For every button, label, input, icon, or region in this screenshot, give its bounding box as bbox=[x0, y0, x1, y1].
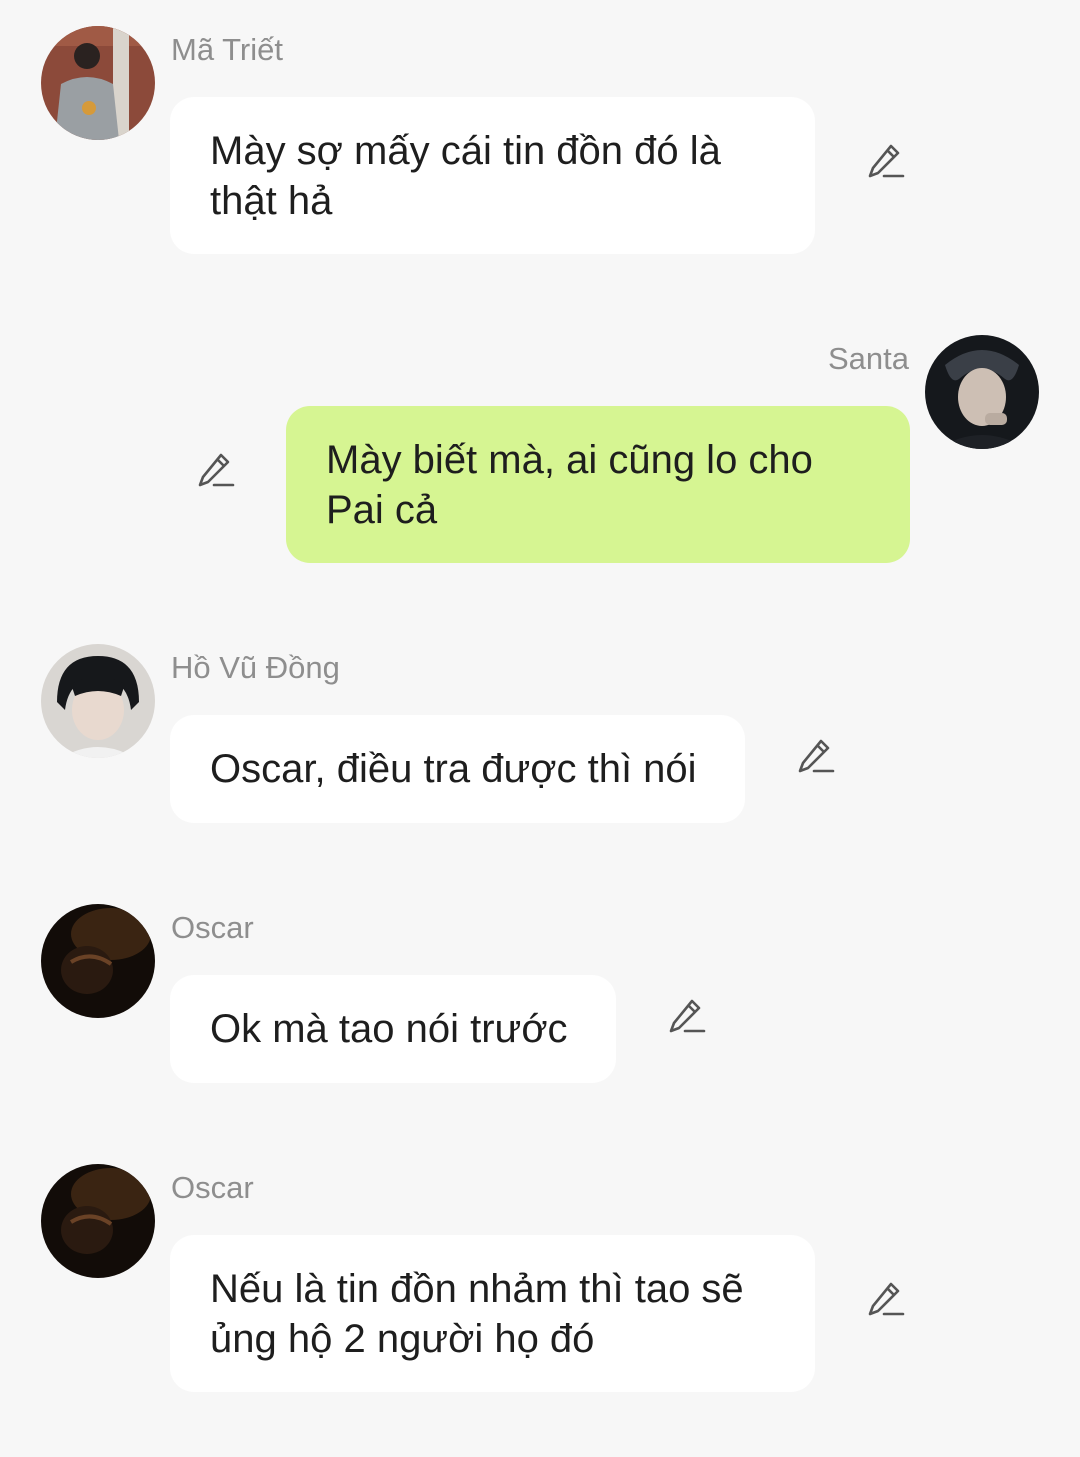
sender-name: Oscar bbox=[171, 1170, 254, 1205]
sender-name: Santa bbox=[827, 341, 909, 376]
avatar-santa[interactable] bbox=[925, 335, 1039, 449]
avatar-oscar[interactable] bbox=[41, 904, 155, 1018]
message-text: Mày biết mà, ai cũng lo cho Pai cả bbox=[326, 437, 813, 532]
message-bubble[interactable]: Ok mà tao nói trước bbox=[170, 975, 616, 1083]
pencil-edit-icon[interactable] bbox=[666, 996, 706, 1036]
message-bubble[interactable]: Mày biết mà, ai cũng lo cho Pai cả bbox=[286, 406, 910, 563]
avatar-oscar[interactable] bbox=[41, 1164, 155, 1278]
pencil-edit-icon[interactable] bbox=[865, 141, 905, 181]
message-text: Nếu là tin đồn nhảm thì tao sẽ ủng hộ 2 … bbox=[210, 1266, 744, 1361]
pencil-edit-icon[interactable] bbox=[195, 450, 235, 490]
message-bubble[interactable]: Nếu là tin đồn nhảm thì tao sẽ ủng hộ 2 … bbox=[170, 1235, 815, 1392]
sender-name: Hồ Vũ Đồng bbox=[171, 650, 340, 685]
message-bubble[interactable]: Mày sợ mấy cái tin đồn đó là thật hả bbox=[170, 97, 815, 254]
message-bubble[interactable]: Oscar, điều tra được thì nói bbox=[170, 715, 745, 823]
sender-name: Mã Triết bbox=[171, 32, 283, 67]
message-text: Ok mà tao nói trước bbox=[210, 1007, 568, 1051]
avatar-ho-vu-dong[interactable] bbox=[41, 644, 155, 758]
pencil-edit-icon[interactable] bbox=[795, 736, 835, 776]
pencil-edit-icon[interactable] bbox=[865, 1279, 905, 1319]
sender-name: Oscar bbox=[171, 910, 254, 945]
message-text: Oscar, điều tra được thì nói bbox=[210, 747, 697, 791]
avatar-ma-triet[interactable] bbox=[41, 26, 155, 140]
message-text: Mày sợ mấy cái tin đồn đó là thật hả bbox=[210, 128, 721, 223]
